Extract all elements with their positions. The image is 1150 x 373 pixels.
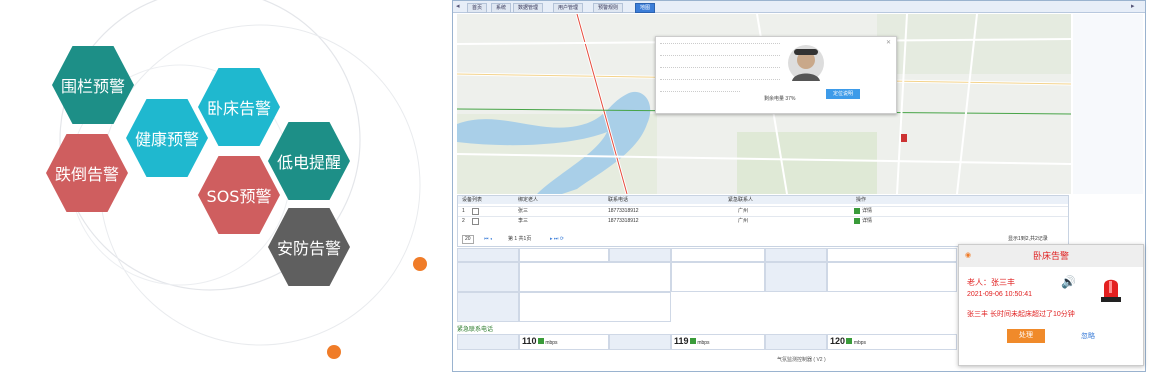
right-side-panel [1073, 14, 1143, 194]
table-row[interactable]: 2 李三 18773318912 广州 详情 [458, 216, 1068, 226]
emergency-phone-3[interactable]: 120 mbps [827, 334, 957, 350]
device-table: 设备列表 绑定老人 联系电话 紧急联系人 操作 1 张三 18773318912… [457, 195, 1069, 247]
nav-back-icon[interactable]: ◂ [456, 2, 460, 10]
tab-map[interactable]: 地图 [635, 3, 656, 13]
popup-close-icon[interactable]: ✕ [886, 39, 891, 46]
shield-icon: ◉ [965, 252, 972, 259]
table-row[interactable]: 1 张三 18773318912 广州 详情 [458, 206, 1068, 216]
tab-bar: ◂ 首页 系统 数据管理 用户管理 预警规则 地图 ▸ [453, 1, 1145, 13]
nav-forward-icon[interactable]: ▸ [1131, 2, 1135, 10]
emergency-phone-2[interactable]: 119 mbps [671, 334, 765, 350]
tab-system[interactable]: 系统 [491, 3, 512, 13]
map-view[interactable]: 剩余电量 37% 定位说明 ✕ [457, 14, 1071, 194]
alarm-header: ◉ 卧床告警 [959, 245, 1143, 267]
bed-alarm-dialog: ◉ 卧床告警 老人：张三丰 2021-09-06 10:50:41 🔊 张三丰 … [958, 244, 1144, 366]
handle-button[interactable]: 处理 [1007, 329, 1045, 343]
confirm-button[interactable]: 定位说明 [826, 89, 860, 99]
device-info-popup: 剩余电量 37% 定位说明 ✕ [655, 36, 897, 114]
emergency-phone-1[interactable]: 110 mbps [519, 334, 609, 350]
phone-icon [537, 338, 544, 344]
tab-data[interactable]: 数据管理 [513, 3, 544, 13]
pagination: 20 ⏮ ◂ 第 1 共1页 ▸ ⏭ ⟳ 显示1到2,共2记录 [458, 234, 1068, 244]
speaker-icon[interactable]: 🔊 [1061, 275, 1076, 289]
pager-next-icon[interactable]: ▸ ⏭ ⟳ [550, 234, 564, 244]
phone-icon [689, 338, 696, 344]
page-size-select[interactable]: 20 [462, 235, 474, 244]
detail-icon[interactable] [854, 208, 860, 214]
tab-users[interactable]: 用户管理 [553, 3, 584, 13]
tab-home[interactable]: 首页 [467, 3, 488, 13]
ignore-button[interactable]: 忽略 [1081, 331, 1095, 341]
pager-arrows-icon[interactable]: ⏮ ◂ [484, 234, 492, 244]
phone-icon [846, 338, 853, 344]
row-checkbox[interactable] [472, 218, 479, 225]
detail-form: 紧急联系电话 110 mbps 119 mbps 120 mbps 气氛监测控制… [457, 248, 957, 368]
notes-textarea[interactable] [519, 292, 671, 322]
row-checkbox[interactable] [472, 208, 479, 215]
siren-icon [1101, 279, 1121, 302]
detail-icon[interactable] [854, 218, 860, 224]
tab-rules[interactable]: 预警规则 [593, 3, 624, 13]
elder-avatar [788, 45, 824, 81]
table-header: 设备列表 绑定老人 联系电话 紧急联系人 操作 [458, 196, 1068, 204]
